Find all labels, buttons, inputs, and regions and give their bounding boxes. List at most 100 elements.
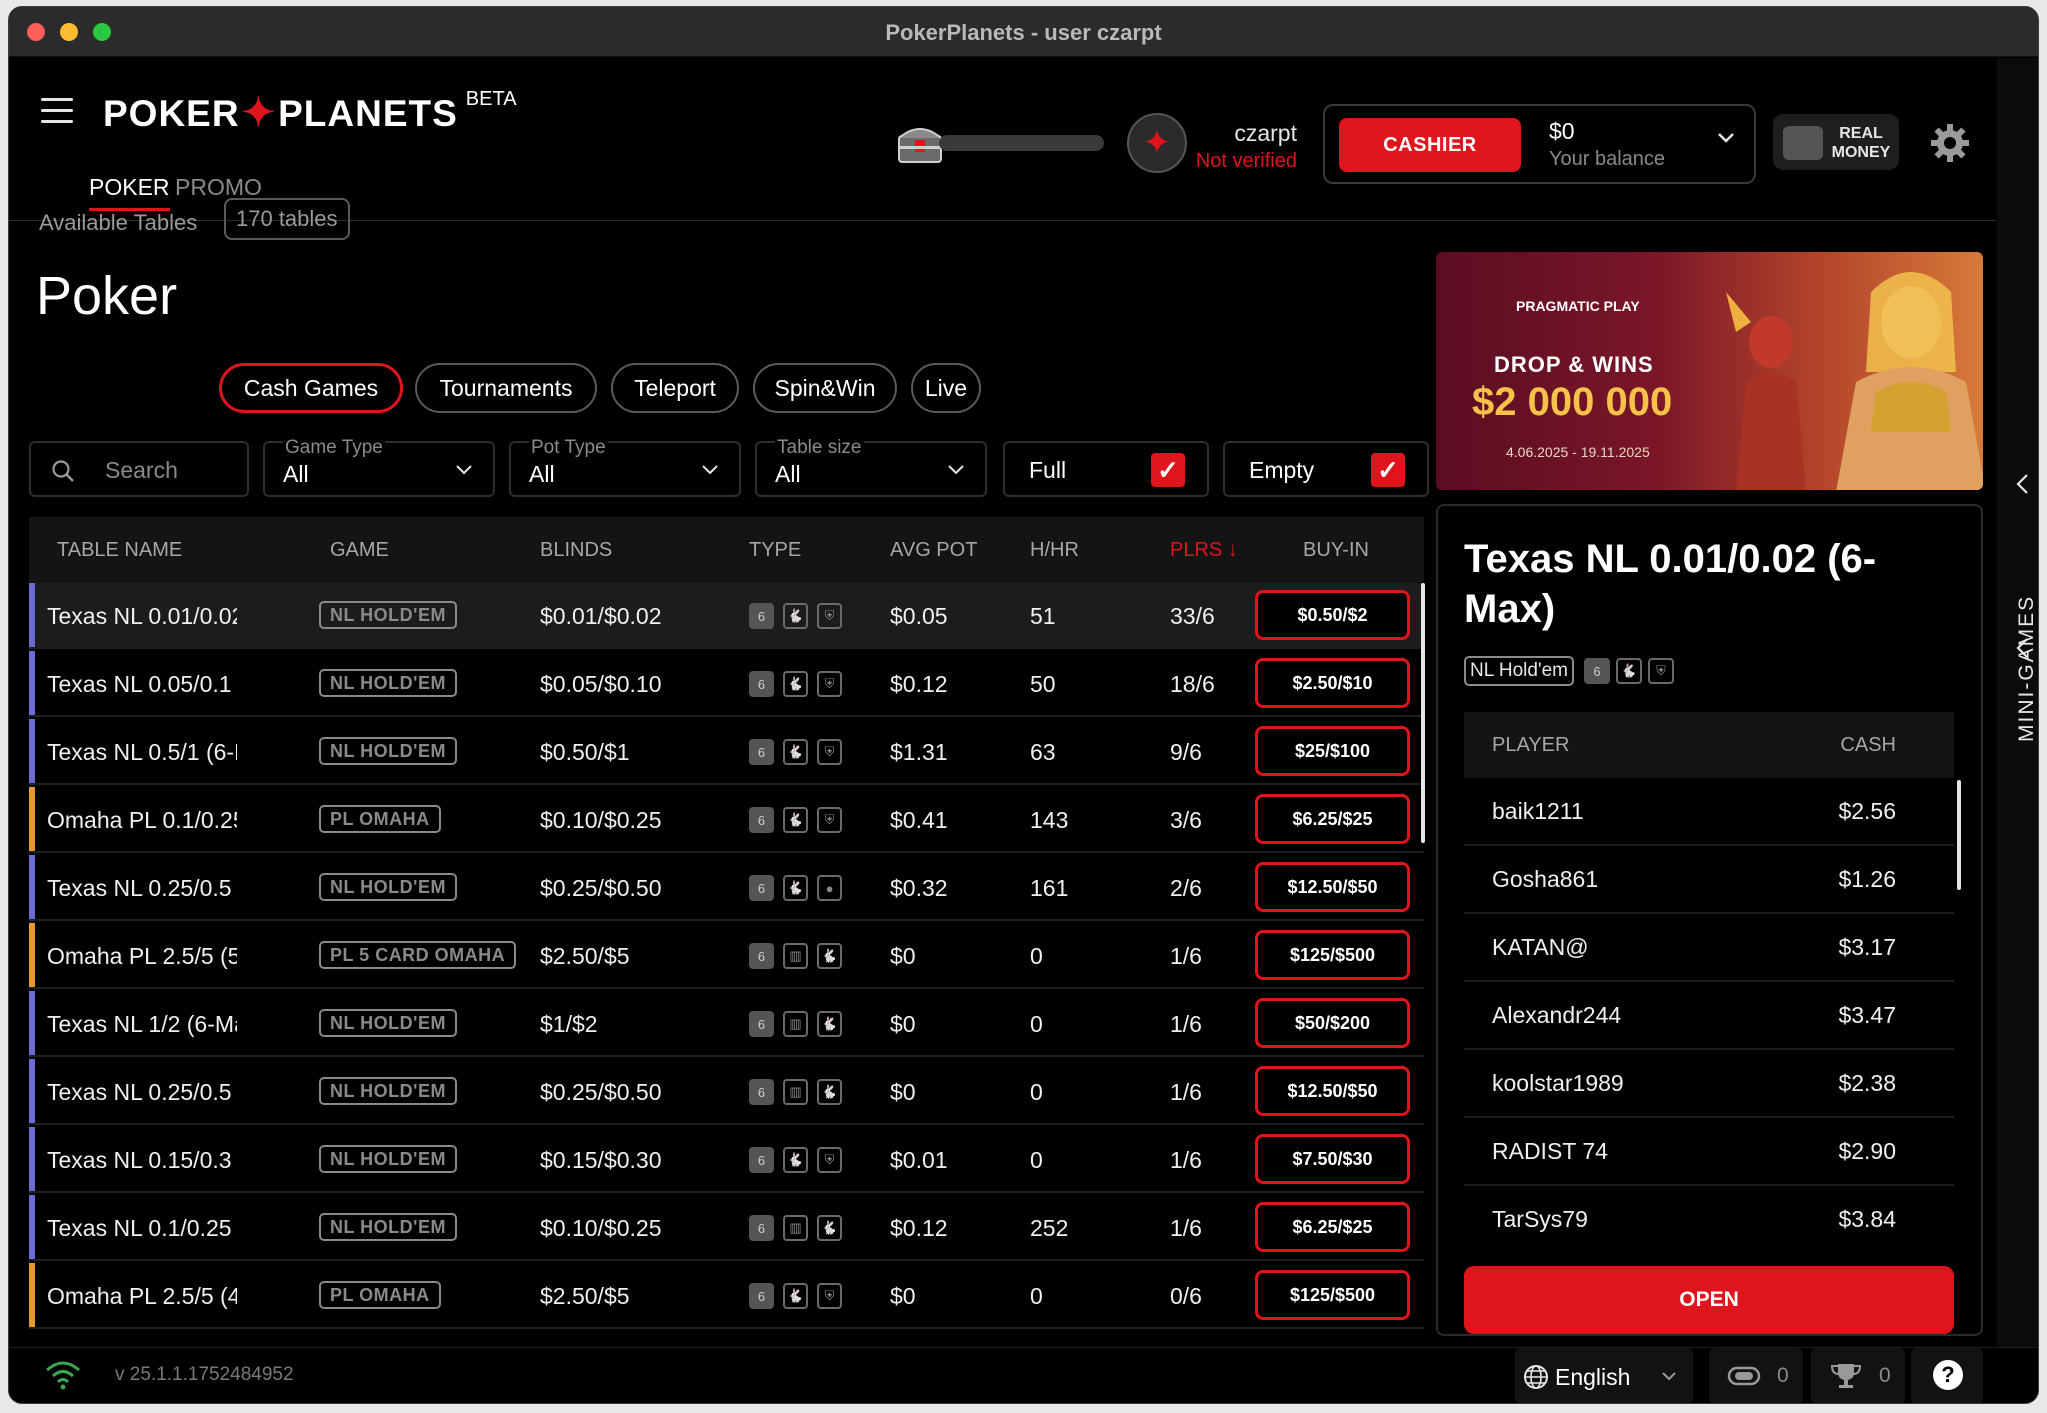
col-cash: CASH bbox=[1840, 734, 1896, 756]
player-row[interactable]: baik1211 $2.56 bbox=[1464, 778, 1954, 846]
open-table-button[interactable]: OPEN bbox=[1464, 1266, 1954, 1334]
tab-promo[interactable]: PROMO bbox=[175, 174, 262, 201]
player-row[interactable]: Alexandr244 $3.47 bbox=[1464, 982, 1954, 1050]
chevron-left-icon[interactable] bbox=[2015, 637, 2031, 659]
tables-scrollbar[interactable] bbox=[1421, 583, 1425, 843]
trophy-counter[interactable]: 0 bbox=[1811, 1348, 1905, 1403]
player-row[interactable]: koolstar1989 $2.38 bbox=[1464, 1050, 1954, 1118]
buy-in-button[interactable]: $125/$500 bbox=[1255, 1270, 1410, 1320]
cashier-button[interactable]: CASHIER bbox=[1339, 118, 1521, 172]
rabbit-icon: 🐇 bbox=[817, 1215, 842, 1241]
buy-in-button[interactable]: $7.50/$30 bbox=[1255, 1134, 1410, 1184]
buy-in-button[interactable]: $2.50/$10 bbox=[1255, 658, 1410, 708]
table-row[interactable]: Texas NL 1/2 (6-Max) NL HOLD'EM $1/$2 6 ▥ 🐇 $0… bbox=[29, 991, 1424, 1057]
wifi-icon bbox=[46, 1361, 80, 1390]
avg-pot: $0.12 bbox=[890, 1215, 948, 1241]
table-row[interactable]: Omaha PL 2.5/5 (5-Card) PL 5 CARD OMAHA $2… bbox=[29, 923, 1424, 989]
game-badge: NL HOLD'EM bbox=[319, 737, 457, 765]
player-row[interactable]: TarSys79 $3.84 bbox=[1464, 1186, 1954, 1252]
buy-in-button[interactable]: $6.25/$25 bbox=[1255, 794, 1410, 844]
buy-in-button[interactable]: $0.50/$2 bbox=[1255, 590, 1410, 640]
tab-spin-win[interactable]: Spin&Win bbox=[753, 363, 897, 413]
table-row[interactable]: Omaha PL 0.1/0.25 (4-Card) PL OMAHA $0.10/… bbox=[29, 787, 1424, 853]
language-select[interactable]: English bbox=[1515, 1348, 1693, 1403]
chevron-down-icon[interactable] bbox=[1716, 128, 1736, 148]
table-row[interactable]: Texas NL 0.25/0.5 (6-Max) NL HOLD'EM $0.25… bbox=[29, 855, 1424, 921]
tab-tournaments[interactable]: Tournaments bbox=[415, 363, 597, 413]
players-count: 0/6 bbox=[1170, 1283, 1202, 1309]
chevron-left-icon[interactable] bbox=[2015, 473, 2031, 495]
rabbit-icon: 🐇 bbox=[783, 807, 808, 833]
col-game[interactable]: GAME bbox=[330, 539, 389, 562]
col-blinds[interactable]: BLINDS bbox=[540, 539, 612, 562]
help-button[interactable]: ? bbox=[1911, 1348, 1983, 1403]
game-type-select[interactable]: Game Type All bbox=[263, 437, 495, 497]
full-check-icon[interactable]: ✓ bbox=[1151, 453, 1185, 487]
table-name: Texas NL 0.25/0.5 (6-Max) bbox=[47, 875, 237, 901]
buy-in-button[interactable]: $12.50/$50 bbox=[1255, 1066, 1410, 1116]
cards-icon: ▥ bbox=[783, 1215, 808, 1241]
game-type-accent bbox=[29, 991, 35, 1055]
menu-icon[interactable] bbox=[41, 98, 73, 124]
game-type-accent bbox=[29, 583, 35, 647]
player-row[interactable]: Gosha861 $1.26 bbox=[1464, 846, 1954, 914]
table-row[interactable]: Texas NL 0.25/0.5 (6-Max) NL HOLD'EM $0.25… bbox=[29, 1059, 1424, 1125]
shield-icon: ⛨ bbox=[817, 1147, 842, 1173]
page-title: Poker bbox=[36, 266, 178, 326]
buy-in-button[interactable]: $25/$100 bbox=[1255, 726, 1410, 776]
detail-game-badge: NL Hold'em bbox=[1464, 656, 1574, 686]
pot-type-select[interactable]: Pot Type All bbox=[509, 437, 741, 497]
avatar[interactable]: ✦ bbox=[1127, 113, 1187, 173]
search-input[interactable]: Search bbox=[29, 441, 249, 497]
blinds: $0.10/$0.25 bbox=[540, 807, 662, 833]
col-hands-per-hour[interactable]: H/HR bbox=[1030, 539, 1079, 562]
table-row[interactable]: Texas NL 0.05/0.1 (6-Max) NL HOLD'EM $0.05… bbox=[29, 651, 1424, 717]
game-type-accent bbox=[29, 719, 35, 783]
players-count: 1/6 bbox=[1170, 943, 1202, 969]
col-table-name[interactable]: TABLE NAME bbox=[57, 539, 182, 562]
empty-check-icon[interactable]: ✓ bbox=[1371, 453, 1405, 487]
players-scrollbar[interactable] bbox=[1957, 780, 1961, 890]
blinds: $2.50/$5 bbox=[540, 943, 630, 969]
buy-in-button[interactable]: $50/$200 bbox=[1255, 998, 1410, 1048]
players-count: 1/6 bbox=[1170, 1011, 1202, 1037]
verification-status[interactable]: Not verified bbox=[1196, 150, 1297, 173]
player-row[interactable]: KATAN@ $3.17 bbox=[1464, 914, 1954, 982]
buy-in-button[interactable]: $6.25/$25 bbox=[1255, 1202, 1410, 1252]
table-size-select[interactable]: Table size All bbox=[755, 437, 987, 497]
game-badge: NL HOLD'EM bbox=[319, 873, 457, 901]
col-players[interactable]: PLRS ↓ bbox=[1170, 539, 1238, 562]
col-type[interactable]: TYPE bbox=[749, 539, 801, 562]
mini-games-label[interactable]: MINI-GAMES bbox=[2015, 595, 2038, 742]
cards-icon: ▥ bbox=[783, 1011, 808, 1037]
chips-counter[interactable]: 0 bbox=[1709, 1348, 1803, 1403]
table-row[interactable]: Texas NL 0.5/1 (6-Max) NL HOLD'EM $0.50/$1… bbox=[29, 719, 1424, 785]
empty-tables-checkbox[interactable]: Empty ✓ bbox=[1223, 441, 1429, 497]
col-buy-in[interactable]: BUY-IN bbox=[1303, 539, 1369, 562]
buy-in-button[interactable]: $12.50/$50 bbox=[1255, 862, 1410, 912]
promo-banner[interactable]: PRAGMATIC PLAY DROP & WINS $2 000 000 4.… bbox=[1436, 252, 1983, 490]
player-row[interactable]: RADIST 74 $2.90 bbox=[1464, 1118, 1954, 1186]
player-cash: $2.38 bbox=[1838, 1070, 1896, 1096]
tab-live[interactable]: Live bbox=[911, 363, 981, 413]
table-row[interactable]: Texas NL 0.1/0.25 (6-Max) NL HOLD'EM $0.10… bbox=[29, 1195, 1424, 1261]
table-name: Texas NL 1/2 (6-Max) bbox=[47, 1011, 237, 1037]
real-money-toggle[interactable]: REAL MONEY bbox=[1773, 114, 1899, 170]
col-avg-pot[interactable]: AVG POT bbox=[890, 539, 977, 562]
full-tables-checkbox[interactable]: Full ✓ bbox=[1003, 441, 1209, 497]
buy-in-button[interactable]: $125/$500 bbox=[1255, 930, 1410, 980]
detail-title: Texas NL 0.01/0.02 (6-Max) bbox=[1464, 537, 1877, 631]
tab-teleport[interactable]: Teleport bbox=[611, 363, 739, 413]
table-header: TABLE NAME GAME BLINDS TYPE AVG POT H/HR… bbox=[29, 517, 1424, 583]
game-type-accent bbox=[29, 787, 35, 851]
username[interactable]: czarpt bbox=[1234, 120, 1297, 147]
gear-icon[interactable] bbox=[1929, 122, 1971, 164]
table-row[interactable]: Texas NL 0.01/0.02 (6-Max) NL HOLD'EM $0.0… bbox=[29, 583, 1424, 649]
help-icon: ? bbox=[1933, 1360, 1963, 1390]
promo-dates: 4.06.2025 - 19.11.2025 bbox=[1506, 444, 1650, 460]
tab-cash-games[interactable]: Cash Games bbox=[219, 363, 403, 413]
table-row[interactable]: Texas NL 0.15/0.3 (6-Max) NL HOLD'EM $0.15… bbox=[29, 1127, 1424, 1193]
seats-icon: 6 bbox=[749, 1011, 774, 1037]
table-row[interactable]: Omaha PL 2.5/5 (4-Card) PL OMAHA $2.50/$5 6… bbox=[29, 1263, 1424, 1329]
tab-poker[interactable]: POKER bbox=[89, 174, 170, 211]
